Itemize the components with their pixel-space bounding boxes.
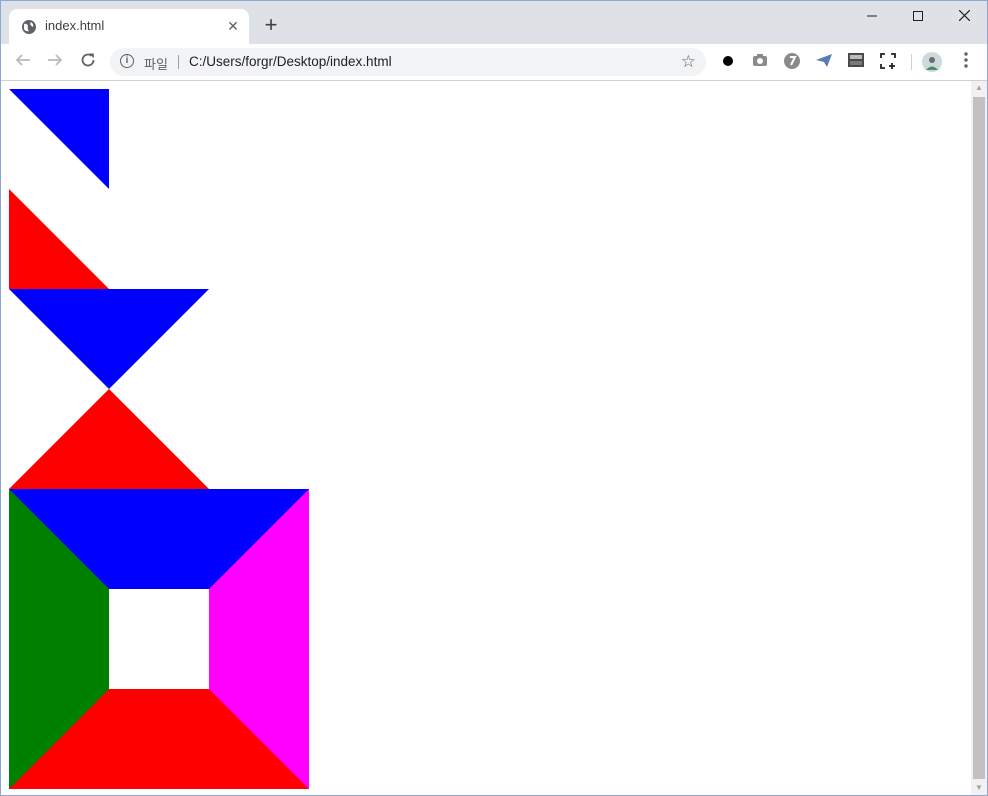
screenshot-icon[interactable] bbox=[878, 52, 898, 72]
red-triangle-left bbox=[9, 189, 109, 289]
browser-toolbar: i 파일 C:/Users/forgr/Desktop/index.html ☆ bbox=[1, 44, 987, 81]
menu-button[interactable] bbox=[956, 52, 976, 72]
new-tab-button[interactable]: + bbox=[260, 14, 282, 37]
blue-triangle-down bbox=[9, 289, 209, 389]
reload-button[interactable] bbox=[76, 50, 100, 74]
globe-icon bbox=[22, 20, 36, 34]
minimize-icon bbox=[867, 15, 877, 17]
info-icon[interactable]: i bbox=[120, 54, 134, 68]
address-bar[interactable]: i 파일 C:/Users/forgr/Desktop/index.html ☆ bbox=[110, 48, 706, 76]
blue-triangle-top bbox=[9, 89, 109, 189]
maximize-icon bbox=[913, 11, 923, 21]
active-tab[interactable]: index.html ✕ bbox=[9, 9, 249, 44]
browser-window: index.html ✕ + i 파일 C:/Users/forgr/Deskt… bbox=[0, 0, 988, 796]
extension-p-icon[interactable] bbox=[782, 52, 802, 72]
forward-button[interactable] bbox=[43, 50, 67, 74]
close-icon bbox=[958, 9, 970, 22]
minimize-button[interactable] bbox=[849, 1, 895, 31]
avatar-icon bbox=[922, 52, 942, 72]
camera-icon[interactable] bbox=[750, 52, 770, 72]
toolbar-divider bbox=[911, 54, 912, 70]
scheme-label: 파일 bbox=[144, 57, 168, 72]
omnibox-divider bbox=[178, 55, 179, 69]
scroll-up-arrow-icon[interactable]: ▲ bbox=[971, 81, 987, 95]
extension-record-icon[interactable] bbox=[718, 52, 738, 72]
four-color-bordered-box bbox=[9, 489, 309, 789]
three-dot-menu-icon bbox=[964, 52, 968, 68]
tab-title: index.html bbox=[45, 18, 105, 33]
forward-arrow-icon bbox=[48, 54, 63, 66]
star-icon[interactable]: ☆ bbox=[681, 52, 696, 72]
title-bar: index.html ✕ + bbox=[1, 1, 987, 44]
back-arrow-icon bbox=[15, 54, 30, 66]
extension-image-icon[interactable] bbox=[846, 52, 866, 72]
paper-plane-icon[interactable] bbox=[814, 52, 834, 72]
scroll-thumb[interactable] bbox=[973, 97, 985, 779]
tab-close-icon[interactable]: ✕ bbox=[225, 18, 241, 34]
scroll-down-arrow-icon[interactable]: ▼ bbox=[971, 781, 987, 795]
back-button[interactable] bbox=[11, 50, 35, 74]
vertical-scrollbar[interactable]: ▲ ▼ bbox=[971, 81, 987, 795]
maximize-button[interactable] bbox=[895, 1, 941, 31]
reload-icon bbox=[81, 53, 95, 67]
page-viewport bbox=[1, 81, 971, 795]
red-triangle-up bbox=[9, 389, 209, 489]
url-text[interactable]: C:/Users/forgr/Desktop/index.html bbox=[189, 54, 392, 69]
profile-avatar[interactable] bbox=[922, 52, 942, 72]
close-window-button[interactable] bbox=[941, 1, 987, 31]
